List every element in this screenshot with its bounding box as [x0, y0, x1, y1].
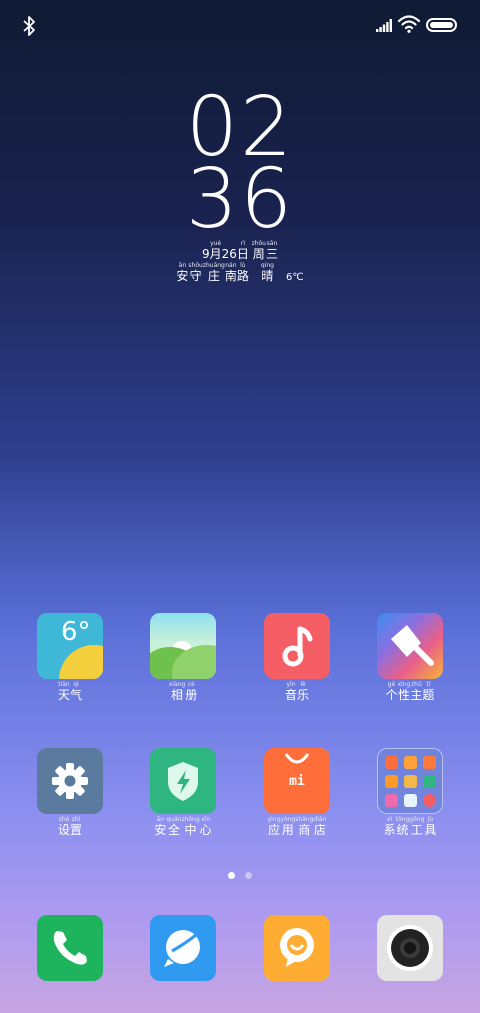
pinyin-char: 性xìng: [397, 681, 411, 702]
pinyin-char: 相xiàng: [168, 681, 186, 702]
pinyin-char: 心xīn: [199, 816, 212, 837]
pinyin-char: 册cè: [185, 681, 198, 702]
themes-icon: [377, 613, 443, 679]
app-gallery[interactable]: 相xiàng册cè: [133, 613, 233, 703]
location-name: 安ān守shǒu庄zhuāng南nán路lù: [176, 262, 249, 283]
page-dot: [245, 872, 252, 879]
date-line: 9月yuè26日rì 周zhōu三sān: [201, 240, 278, 261]
app-label: 安ān全quán中zhōng心xīn: [133, 816, 233, 838]
pinyin-char: 系xì: [383, 816, 396, 837]
pinyin-char: 乐lè: [297, 681, 310, 702]
pinyin-char: 具jù: [424, 816, 437, 837]
security-icon: [150, 748, 216, 814]
folder-mini-icon: [404, 756, 417, 769]
app-security[interactable]: 安ān全quán中zhōng心xīn: [133, 748, 233, 838]
folder-mini-icon: [404, 775, 417, 788]
folder-mini-icon: [423, 775, 436, 788]
gallery-icon: [150, 613, 216, 679]
pinyin-char: 统tǒng: [395, 816, 410, 837]
bluetooth-icon: [23, 16, 35, 36]
folder-mini-icon: [423, 756, 436, 769]
pinyin-char: 南nán: [224, 262, 237, 283]
battery-icon: [426, 18, 457, 32]
pinyin-char: 安ān: [154, 816, 167, 837]
status-bar: [0, 0, 480, 52]
app-label: 个gè性xìng主zhǔ题tí: [360, 681, 460, 703]
pinyin-char: 设shè: [57, 816, 70, 837]
pinyin-char: 置zhì: [70, 816, 83, 837]
chat-icon[interactable]: [264, 915, 330, 981]
app-label: 应yìng用yòng商shāng店diàn: [247, 816, 347, 838]
pinyin-char: 店diàn: [313, 816, 327, 837]
page-dot-active: [228, 872, 235, 879]
messages-icon[interactable]: [150, 915, 216, 981]
dock: [0, 915, 480, 985]
app-label: 相xiàng册cè: [133, 681, 233, 703]
app-store-icon: mi: [264, 748, 330, 814]
app-label: 设shè置zhì: [20, 816, 120, 838]
temperature: 6℃: [285, 272, 304, 283]
app-label: 天tiān气qì: [20, 681, 120, 703]
weather-icon: 6°: [37, 613, 103, 679]
pinyin-char: 中zhōng: [181, 816, 200, 837]
folder-mini-icon: [423, 794, 436, 807]
camera-icon[interactable]: [377, 915, 443, 981]
pinyin-char: 题tí: [422, 681, 435, 702]
settings-icon: [37, 748, 103, 814]
pinyin-char: 路lù: [236, 262, 249, 283]
pinyin-char: 守shǒu: [188, 262, 203, 283]
location-weather-line: 安ān守shǒu庄zhuāng南nán路lù晴qíng6℃: [176, 262, 304, 283]
pinyin-char: 庄zhuāng: [202, 262, 225, 283]
app-music[interactable]: 音yīn乐lè: [247, 613, 347, 703]
folder-mini-icon: [385, 794, 398, 807]
pinyin-char: 商shāng: [295, 816, 314, 837]
music-icon: [264, 613, 330, 679]
pinyin-char: 全quán: [166, 816, 182, 837]
system-tools-folder-icon: [377, 748, 443, 814]
clock-minute: 36: [185, 152, 295, 247]
pinyin-char: 天tiān: [57, 681, 70, 702]
app-settings[interactable]: 设shè置zhì: [20, 748, 120, 838]
app-themes[interactable]: 个gè性xìng主zhǔ题tí: [360, 613, 460, 703]
app-store[interactable]: mi 应yìng用yòng商shāng店diàn: [247, 748, 347, 838]
signal-icon: [376, 19, 392, 32]
pinyin-char: 主zhǔ: [410, 681, 423, 702]
pinyin-char: 个gè: [385, 681, 398, 702]
folder-mini-icon: [385, 756, 398, 769]
pinyin-char: 气qì: [70, 681, 83, 702]
pinyin-char: 应yìng: [267, 816, 281, 837]
pinyin-char: 音yīn: [284, 681, 297, 702]
app-label: 音yīn乐lè: [247, 681, 347, 703]
wifi-icon: [397, 15, 421, 33]
pinyin-char: 安ān: [176, 262, 189, 283]
app-weather[interactable]: 6° 天tiān气qì: [20, 613, 120, 703]
pinyin-char: 工gōng: [409, 816, 425, 837]
folder-mini-icon: [385, 775, 398, 788]
page-indicator: [226, 872, 256, 880]
folder-mini-icon: [404, 794, 417, 807]
app-label: 系xì统tǒng工gōng具jù: [360, 816, 460, 838]
pinyin-char: 用yòng: [280, 816, 296, 837]
app-system-tools-folder[interactable]: 系xì统tǒng工gōng具jù: [360, 748, 460, 838]
phone-icon[interactable]: [37, 915, 103, 981]
